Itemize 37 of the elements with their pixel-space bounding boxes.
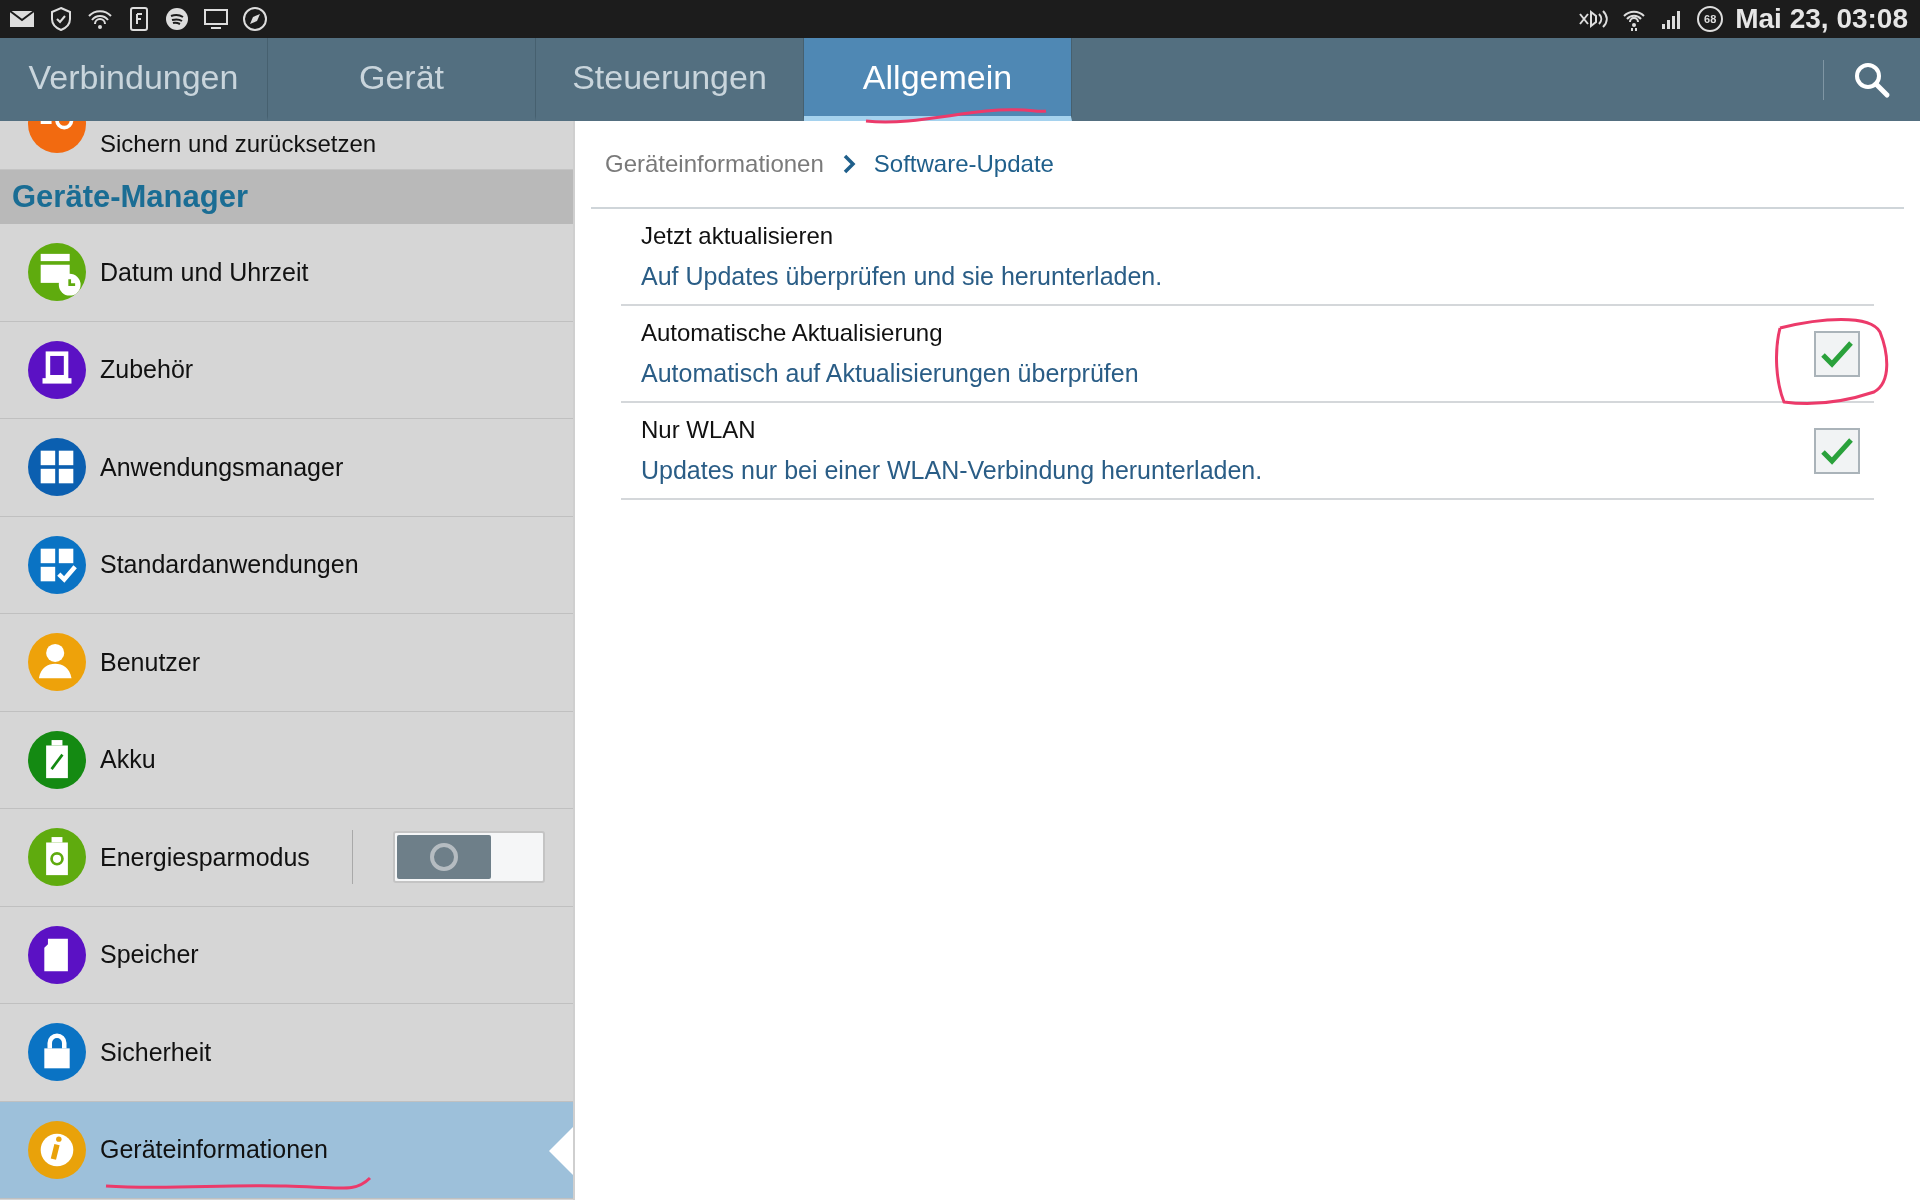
chevron-right-icon: [841, 153, 856, 175]
sidebar-item[interactable]: Sichern und zurücksetzen: [100, 129, 377, 159]
setting-title: Jetzt aktualisieren: [641, 220, 835, 251]
breadcrumb-item: Software-Update: [873, 149, 1054, 179]
tab[interactable]: Allgemein: [804, 38, 1072, 121]
setting-row[interactable]: Jetzt aktualisieren Auf Updates überprüfen und sie herunterladen.: [621, 209, 1874, 306]
checkbox[interactable]: [1814, 330, 1860, 377]
item-label: Akku: [100, 744, 157, 775]
toggle-switch[interactable]: [393, 831, 545, 884]
setting-title: Automatische Aktualisierung: [641, 317, 944, 348]
compass-icon: [242, 6, 268, 32]
item-label: Datum und Uhrzeit: [100, 256, 310, 288]
item-label: Geräteinformationen: [100, 1134, 329, 1165]
checkbox[interactable]: [1814, 427, 1860, 474]
section-header: Geräte-Manager: [0, 170, 573, 224]
item-label: Standardanwendungen: [100, 549, 360, 580]
item-label: Speicher: [100, 939, 200, 970]
item-label: Zubehör: [100, 354, 195, 385]
setting-description: Automatisch auf Aktualisierungen überprüfen: [641, 357, 1140, 389]
setting-description: Updates nur bei einer WLAN-Verbindung herunterladen.: [641, 454, 1264, 486]
item-label: Sicherheit: [100, 1036, 213, 1068]
toggle-thumb[interactable]: [397, 835, 491, 880]
setting-title: Nur WLAN: [641, 414, 757, 445]
screen-icon: [202, 6, 230, 32]
battery-level: 68: [1697, 6, 1724, 32]
clock: Mai 23, 03:08: [1735, 2, 1909, 36]
setting-row[interactable]: Automatische Aktualisierung Automatisch auf Aktualisierungen überprüfen: [621, 306, 1874, 403]
item-label: Anwendungsmanager: [100, 451, 345, 483]
item-label: Energiesparmodus: [100, 841, 311, 873]
setting-row[interactable]: Nur WLAN Updates nur bei einer WLAN-Verbindung herunterladen.: [621, 403, 1874, 500]
item-label: Benutzer: [100, 646, 202, 678]
sidebar-item[interactable]: Geräteinformationen: [0, 1101, 573, 1199]
shield-icon: [48, 6, 74, 32]
setting-description: Auf Updates überprüfen und sie herunterladen.: [641, 260, 1164, 292]
pointer-icon: [549, 1126, 573, 1175]
music-icon: [164, 6, 190, 32]
breadcrumb-item[interactable]: Geräteinformationen: [605, 146, 824, 182]
